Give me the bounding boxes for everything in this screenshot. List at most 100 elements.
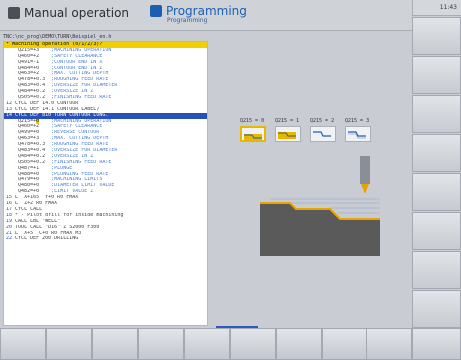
tool-insert: [361, 184, 369, 194]
cycle-help-graphic: Q215 = 0 Q215 = 1 Q215 = 2 Q215 = 3: [210, 41, 410, 326]
manual-mode-label: Manual operation: [24, 6, 130, 20]
clock: 11:43: [412, 0, 461, 16]
softkey-9[interactable]: [366, 328, 412, 360]
option-label-3: Q215 = 3: [345, 118, 370, 124]
horizontal-softkey-bar: [0, 328, 412, 360]
line-comment: ;CONTOUR END IN X: [51, 59, 103, 65]
line-comment: ;MAX. CUTTING DEPTH: [51, 71, 109, 77]
line-comment: ;PLUNGE: [51, 165, 73, 171]
line-comment: ;OVERSIZE FOR DIAMETER: [51, 148, 118, 154]
line-code: Q478=+0.3: [6, 77, 52, 83]
line-code: Q491=-1: [6, 59, 52, 65]
line-comment: ;FINISHING FEED RATE: [51, 95, 112, 101]
line-code: Q505=+0.2: [6, 159, 52, 165]
roughing-finishing-icon: [244, 134, 262, 141]
programming-mode-icon: [150, 5, 162, 17]
program-line[interactable]: 22 CYCL DEF 200 DRILLING: [4, 236, 207, 242]
line-code: Q488=+0: [6, 171, 52, 177]
line-code: Q215=+3: [6, 47, 52, 53]
oversize-finishing-icon: [348, 131, 366, 139]
option-thumb-2: [310, 126, 336, 142]
line-code: CYCL DEF 810 TURN CONTOUR LONG.: [12, 112, 109, 118]
finishing-icon: [313, 131, 331, 137]
softkey-5[interactable]: [184, 328, 230, 360]
line-code: Q499=+0: [6, 130, 52, 136]
softkey-7[interactable]: [276, 328, 322, 360]
line-code: * - Pilot drill for inside machining: [12, 212, 124, 218]
softkey-8[interactable]: [322, 328, 368, 360]
vertical-softkey-6[interactable]: [412, 212, 461, 250]
programming-mode-label: Programming: [166, 4, 247, 18]
vertical-softkey-bar: [412, 17, 461, 328]
manual-operation-mode[interactable]: Manual operation: [8, 6, 129, 20]
programming-mode-sublabel: Programming: [167, 17, 208, 24]
option-label-2: Q215 = 2: [310, 118, 335, 124]
softkey-6[interactable]: [230, 328, 276, 360]
line-comment: ;MACHINING OPERATION: [51, 47, 112, 53]
line-code: L X+165 Y+0 R0 FMAX: [12, 195, 79, 201]
line-code: Q483=+0.4: [6, 83, 52, 89]
vertical-softkey-3[interactable]: [412, 95, 461, 133]
vertical-softkey-5[interactable]: [412, 173, 461, 211]
line-comment: ;OVERSIZE IN Z: [51, 153, 94, 159]
softkey-switch[interactable]: [412, 328, 461, 360]
line-comment: ;MACHINING LIMITS: [51, 177, 103, 183]
option-thumb-1: [275, 126, 301, 142]
line-comment: ;OVERSIZE IN Z: [51, 89, 94, 95]
line-comment: ;PLUNGING FEED RATE: [51, 171, 109, 177]
softkey-3[interactable]: [92, 328, 138, 360]
line-code: CYCL CALL: [12, 206, 43, 212]
line-code: Q484=+0.2: [6, 153, 52, 159]
vertical-softkey-1[interactable]: [412, 17, 461, 55]
header-bar: Manual operation Programming Programming: [0, 0, 412, 31]
line-comment: ;DIAMETER LIMIT VALUE: [51, 183, 115, 189]
turning-contour-diagram: [260, 156, 380, 256]
line-code: Q478=+0.3: [6, 142, 52, 148]
vertical-softkey-8[interactable]: [412, 290, 461, 328]
line-comment: ;SAFETY CLEARANCE: [51, 124, 103, 130]
line-comment: ;MAX. CUTTING DEPTH: [51, 136, 109, 142]
line-comment: ;ROUGHING FEED RATE: [51, 142, 109, 148]
line-comment: ;SAFETY CLEARANCE: [51, 53, 103, 59]
line-code: Q463=+2: [6, 71, 52, 77]
line-code: CYCL DEF 14.1 CONTOUR LABEL7: [12, 106, 100, 112]
line-code: Q215=+: [6, 118, 37, 124]
line-code: Q460=+2: [6, 53, 52, 59]
line-comment: ;ROUGHING FEED RATE: [51, 77, 109, 83]
line-code: * Machining operation (0/1/2/3)?: [6, 42, 103, 47]
line-comment: ;MACHINING OPERATION: [39, 118, 112, 124]
line-code: Q480=+0: [6, 183, 52, 189]
line-code: Q487=+1: [6, 165, 52, 171]
line-code: Q463=+3: [6, 136, 52, 142]
line-code: L Z+2 R0 FMAX: [12, 201, 58, 207]
line-code: L X+5 C+0 R0 FMAX M3: [12, 230, 82, 236]
line-code: Q484=+0: [6, 65, 52, 71]
vertical-softkey-2[interactable]: [412, 56, 461, 94]
programming-mode[interactable]: Programming Programming: [150, 4, 247, 24]
line-comment: ;REVERSE CONTOUR: [51, 130, 100, 136]
line-comment: ;CONTOUR END IN Z: [51, 65, 103, 71]
option-label-0: Q215 = 0: [240, 118, 265, 124]
line-code: TOOL CALL "D16" Z S2000 F300: [12, 224, 100, 230]
option-thumb-3: [345, 126, 371, 142]
manual-mode-icon: [8, 7, 20, 19]
line-code: Q505=+0.2: [6, 95, 52, 101]
line-code: CALL LBL "WELL": [12, 218, 61, 224]
cnc-screen: Manual operation Programming Programming…: [0, 0, 461, 360]
softkey-1[interactable]: [0, 328, 46, 360]
line-code: CYCL DEF 14.0 CONTOUR: [12, 100, 79, 106]
line-comment: ;FINISHING FEED RATE: [51, 159, 112, 165]
line-code: Q460=+2: [6, 124, 52, 130]
line-code: CYCL DEF 200 DRILLING: [12, 236, 79, 242]
line-code: Q479=+0: [6, 177, 52, 183]
vertical-softkey-4[interactable]: [412, 134, 461, 172]
softkey-4[interactable]: [138, 328, 184, 360]
softkey-2[interactable]: [46, 328, 92, 360]
roughing-icon: [278, 132, 296, 139]
line-code: Q482=+0: [6, 189, 52, 195]
line-code: Q484=+0.2: [6, 89, 52, 95]
option-thumb-0: [240, 126, 266, 142]
tool-holder: [360, 156, 370, 184]
program-listing[interactable]: * Machining operation (0/1/2/3)? Q215=+3…: [3, 41, 208, 326]
vertical-softkey-7[interactable]: [412, 251, 461, 289]
